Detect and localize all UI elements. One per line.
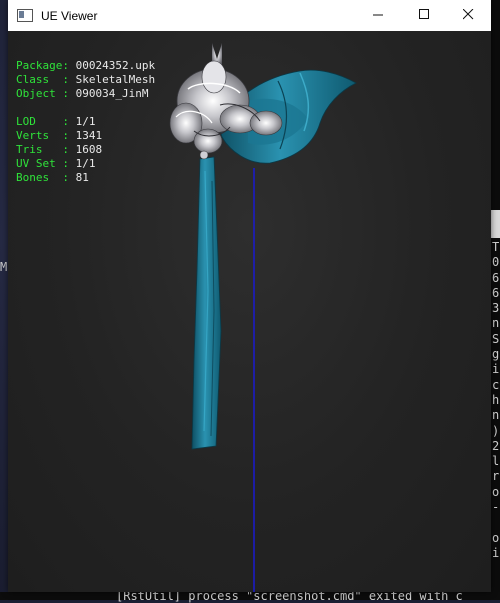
- info-uvset: UV Set : 1/1: [16, 157, 96, 170]
- title-bar[interactable]: UE Viewer: [8, 0, 491, 31]
- cloth-ribbon: [191, 156, 222, 450]
- close-button[interactable]: [445, 0, 491, 31]
- background-console-scrollbar: [491, 210, 500, 238]
- 3d-viewport[interactable]: Package: 00024352.upk Class : SkeletalMes…: [8, 31, 491, 592]
- info-verts: Verts : 1341: [16, 129, 103, 142]
- mesh-info-overlay: Package: 00024352.upk Class : SkeletalMes…: [16, 45, 155, 213]
- info-object: Object : 090034_JinM: [16, 87, 149, 100]
- minimize-button[interactable]: [355, 0, 401, 31]
- close-icon: [462, 8, 474, 23]
- app-icon: [17, 9, 33, 22]
- maximize-button[interactable]: [401, 0, 447, 31]
- info-lod: LOD : 1/1: [16, 115, 96, 128]
- info-class: Class : SkeletalMesh: [16, 73, 156, 86]
- window-title: UE Viewer: [41, 8, 98, 23]
- background-console-text: T 0 6 6 3 n S g i c h n ) 2 l r o - o i: [492, 240, 500, 560]
- info-package: Package: 00024352.upk: [16, 59, 156, 72]
- background-text-fragment-left: M: [0, 260, 8, 274]
- ue-viewer-window[interactable]: UE Viewer Package: 00024352.upk Class: …: [8, 0, 491, 592]
- minimize-icon: [372, 8, 384, 23]
- info-bones: Bones : 81: [16, 171, 89, 184]
- info-spacer: [16, 101, 155, 115]
- info-tris: Tris : 1608: [16, 143, 103, 156]
- maximize-icon: [418, 8, 430, 23]
